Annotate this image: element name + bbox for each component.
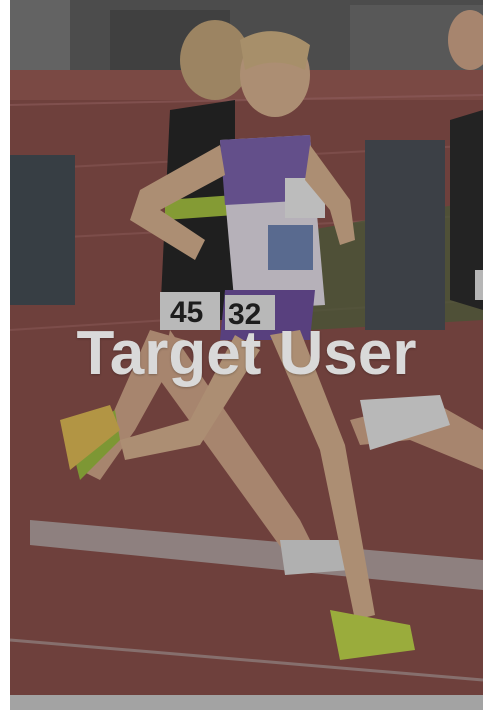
card-bottom-bar [10, 695, 483, 710]
target-user-card[interactable]: 45 32 Target User [10, 0, 483, 710]
card-title: Target User [76, 319, 417, 388]
